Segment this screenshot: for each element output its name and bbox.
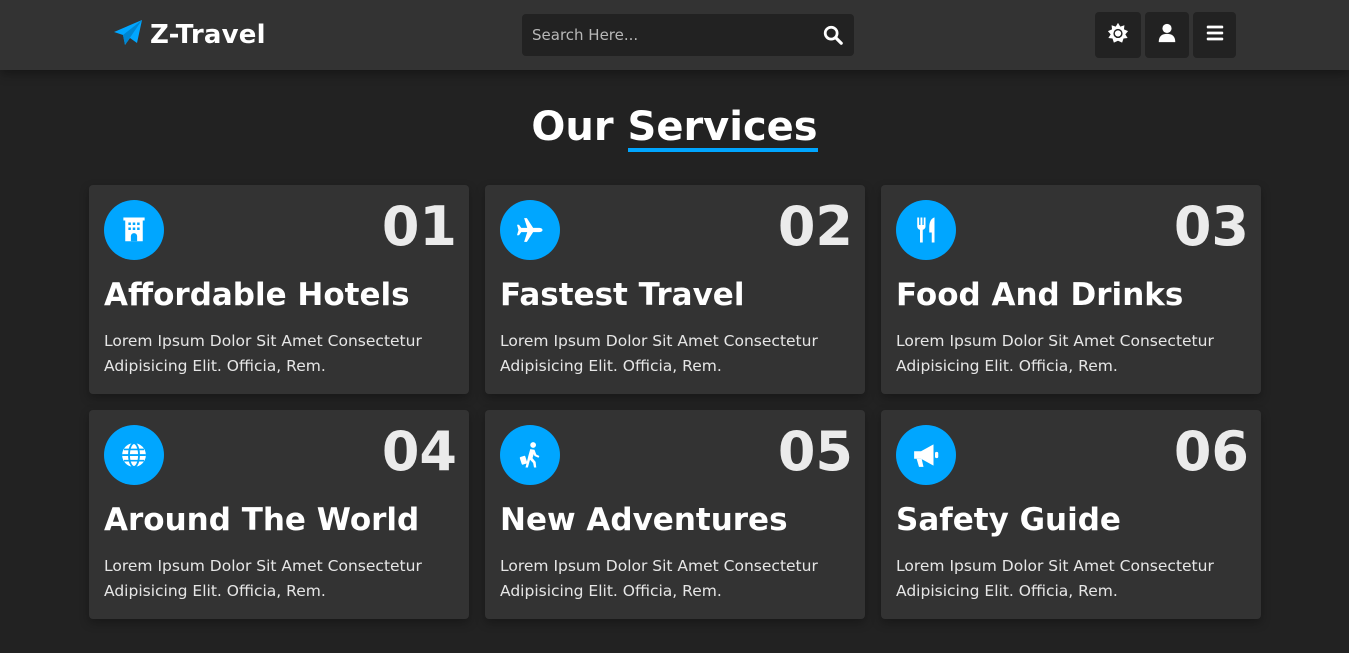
section-heading: Our Services [0,100,1349,154]
user-icon [1156,22,1178,48]
service-number: 02 [777,195,853,258]
search-bar [522,14,854,56]
service-number: 06 [1173,420,1249,483]
service-card[interactable]: 02 Fastest Travel Lorem Ipsum Dolor Sit … [485,185,865,394]
hotel-icon [104,200,164,260]
globe-icon [104,425,164,485]
heading-plain: Our [531,104,614,150]
hamburger-menu-icon [1204,22,1226,48]
service-description: Lorem Ipsum Dolor Sit Amet Consectetur A… [104,557,422,600]
bullhorn-icon [896,425,956,485]
brand-name: Z-Travel [150,20,266,50]
search-input[interactable] [522,14,812,56]
service-title: Affordable Hotels [104,277,410,313]
search-icon[interactable] [812,14,854,56]
service-card[interactable]: 05 New Adventures Lorem Ipsum Dolor Sit … [485,410,865,619]
service-description: Lorem Ipsum Dolor Sit Amet Consectetur A… [500,557,818,600]
service-title: Fastest Travel [500,277,745,313]
user-button[interactable] [1145,12,1189,58]
plane-icon [500,200,560,260]
utensils-icon [896,200,956,260]
service-title: Safety Guide [896,502,1121,538]
service-card[interactable]: 06 Safety Guide Lorem Ipsum Dolor Sit Am… [881,410,1261,619]
service-title: Around The World [104,502,420,538]
service-description: Lorem Ipsum Dolor Sit Amet Consectetur A… [896,332,1214,375]
heading-accent: Services [627,104,818,152]
theme-toggle-button[interactable] [1095,12,1141,58]
service-description: Lorem Ipsum Dolor Sit Amet Consectetur A… [896,557,1214,600]
service-number: 01 [381,195,457,258]
service-description: Lorem Ipsum Dolor Sit Amet Consectetur A… [104,332,422,375]
menu-button[interactable] [1193,12,1236,58]
traveler-icon [500,425,560,485]
service-card[interactable]: 01 Affordable Hotels Lorem Ipsum Dolor S… [89,185,469,394]
service-card[interactable]: 03 Food And Drinks Lorem Ipsum Dolor Sit… [881,185,1261,394]
service-number: 05 [777,420,853,483]
top-header: Z-Travel [0,0,1349,70]
service-number: 03 [1173,195,1249,258]
service-number: 04 [381,420,457,483]
service-title: New Adventures [500,502,788,538]
service-description: Lorem Ipsum Dolor Sit Amet Consectetur A… [500,332,818,375]
service-title: Food And Drinks [896,277,1184,313]
paper-plane-icon [112,17,144,53]
sun-icon [1107,22,1129,48]
brand-logo[interactable]: Z-Travel [112,18,266,52]
service-card[interactable]: 04 Around The World Lorem Ipsum Dolor Si… [89,410,469,619]
